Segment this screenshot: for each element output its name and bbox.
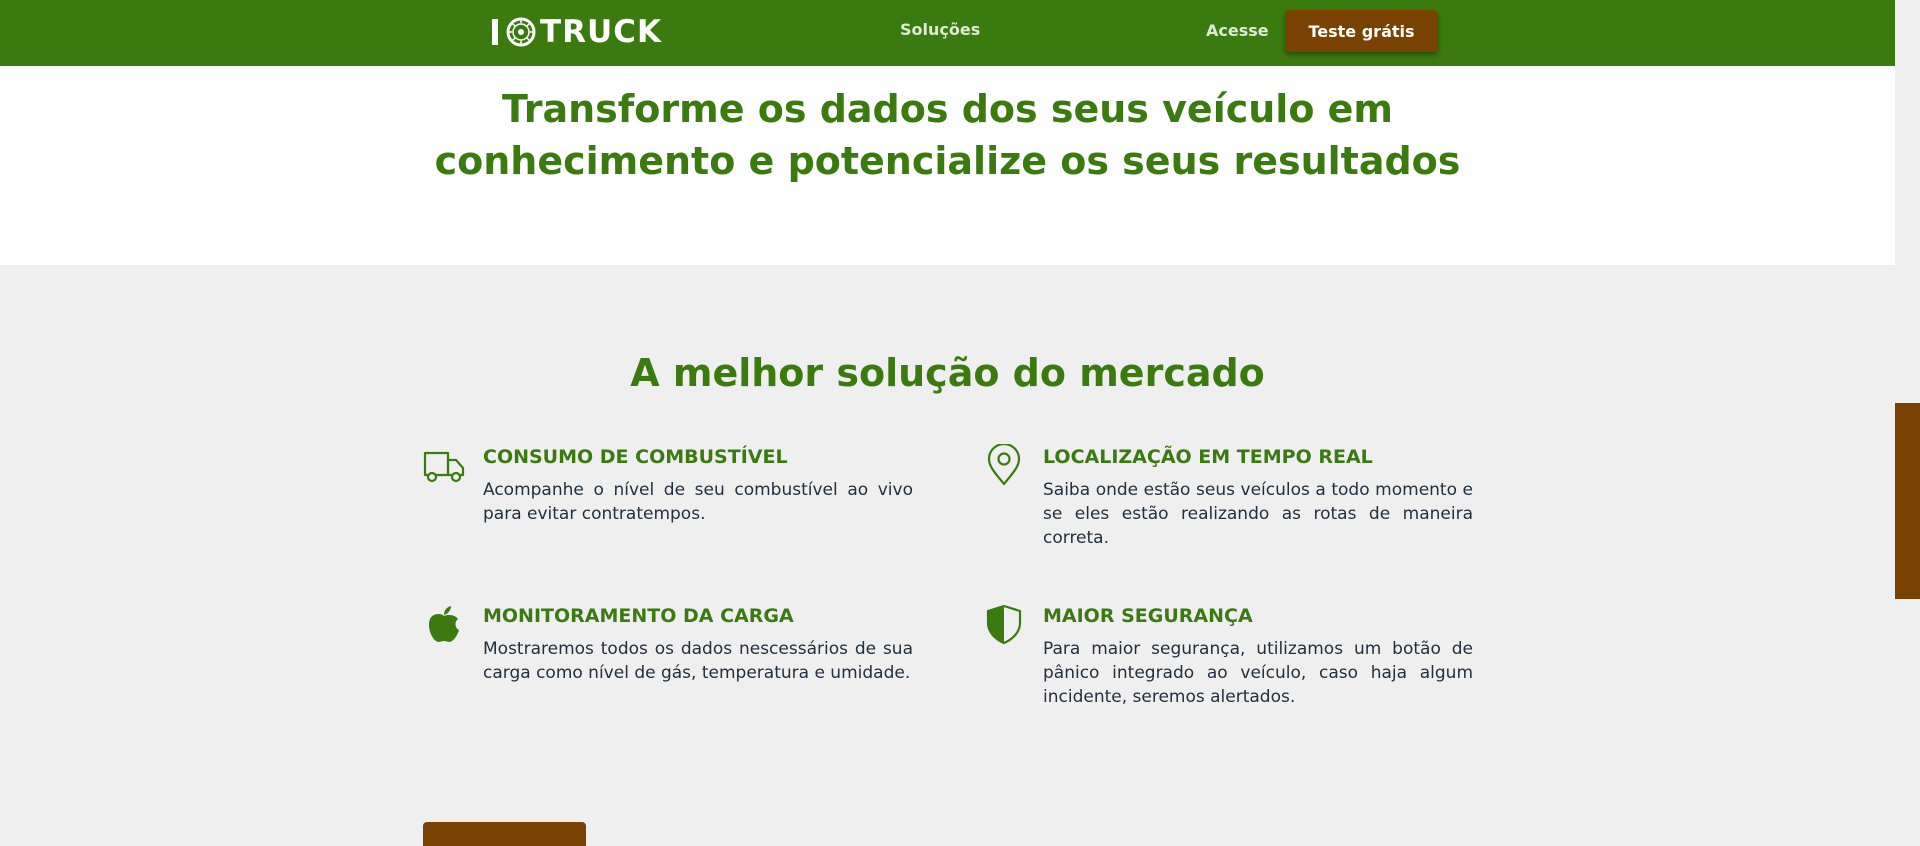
feature-description: Mostraremos todos os dados nescessários … [483, 639, 913, 683]
map-pin-icon [987, 444, 1021, 486]
hero-section: Transforme os dados dos seus veículo em … [0, 66, 1895, 265]
feature-description: Acompanhe o nível de seu combustível ao … [483, 480, 913, 524]
scrollbar-thumb[interactable] [1895, 403, 1920, 599]
feature-title: MONITORAMENTO DA CARGA [483, 605, 794, 627]
nav-link-acesse[interactable]: Acesse [1206, 21, 1269, 40]
brand-logo[interactable]: TRUCK [492, 14, 662, 50]
shield-icon [986, 604, 1022, 645]
hero-title: Transforme os dados dos seus veículo em … [0, 83, 1895, 187]
feature-title: CONSUMO DE COMBUSTÍVEL [483, 446, 788, 468]
tire-icon [506, 17, 536, 47]
hero-title-line-1: Transforme os dados dos seus veículo em [501, 87, 1394, 131]
truck-icon [423, 451, 465, 483]
logo-text: TRUCK [540, 14, 662, 50]
apple-icon [428, 606, 459, 642]
hero-title-line-2: conhecimento e potencialize os seus resu… [434, 139, 1461, 183]
feature-title: LOCALIZAÇÃO EM TEMPO REAL [1043, 446, 1373, 468]
solutions-title: A melhor solução do mercado [630, 351, 1265, 395]
feature-description: Para maior segurança, utilizamos um botã… [1043, 639, 1473, 707]
feature-title: MAIOR SEGURANÇA [1043, 605, 1253, 627]
feature-description: Saiba onde estão seus veículos a todo mo… [1043, 480, 1473, 548]
free-trial-button[interactable]: Teste grátis [1285, 10, 1438, 52]
top-navbar: TRUCK Soluções Acesse Teste grátis [0, 0, 1895, 66]
nav-link-solucoes[interactable]: Soluções [900, 20, 980, 39]
section-action-button[interactable] [423, 822, 586, 846]
logo-bar [492, 19, 498, 45]
